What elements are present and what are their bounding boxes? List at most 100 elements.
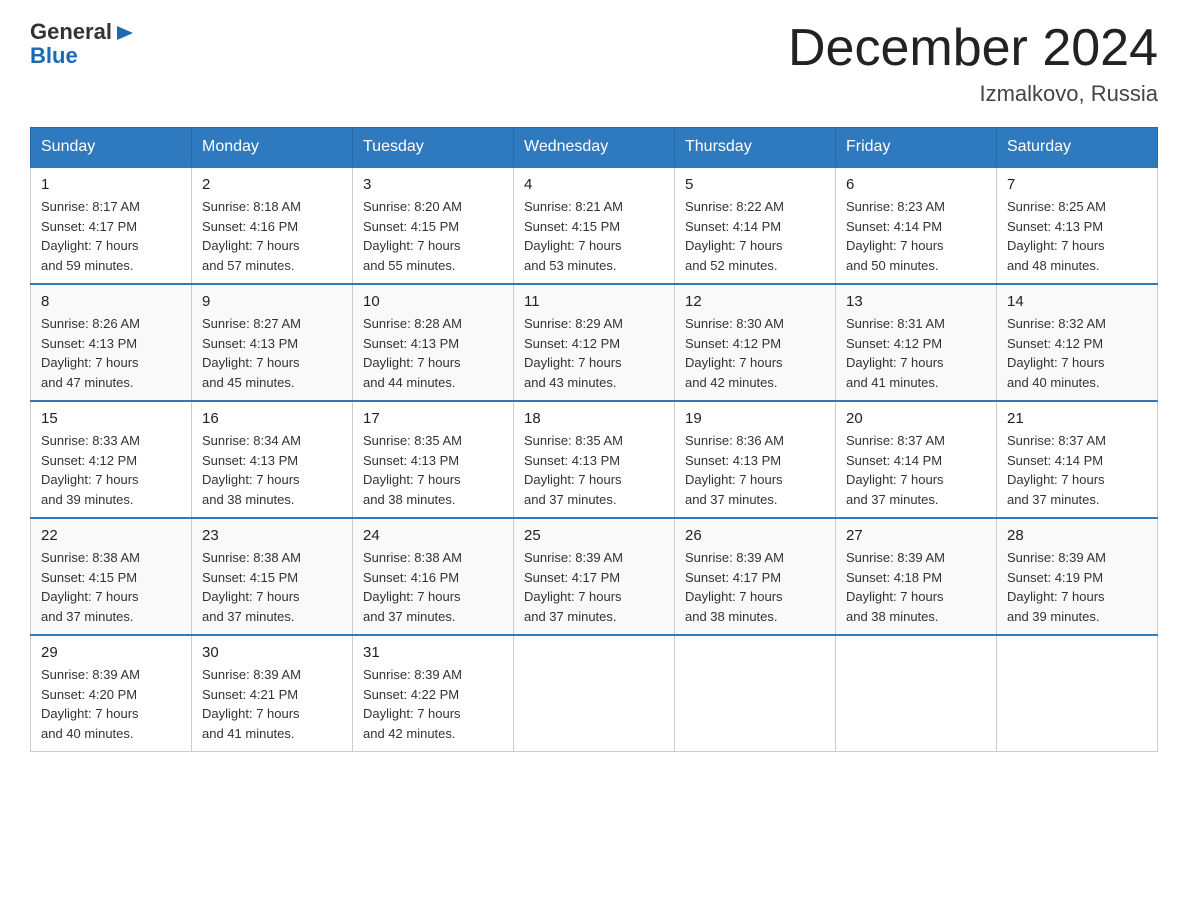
day-info: Sunrise: 8:20 AM Sunset: 4:15 PM Dayligh… — [363, 197, 503, 275]
month-title: December 2024 — [788, 20, 1158, 77]
week-row-1: 1 Sunrise: 8:17 AM Sunset: 4:17 PM Dayli… — [31, 167, 1158, 284]
day-number: 27 — [846, 527, 986, 544]
calendar-cell: 19 Sunrise: 8:36 AM Sunset: 4:13 PM Dayl… — [675, 401, 836, 518]
calendar-cell — [514, 635, 675, 752]
day-number: 11 — [524, 293, 664, 310]
calendar-cell — [997, 635, 1158, 752]
day-info: Sunrise: 8:22 AM Sunset: 4:14 PM Dayligh… — [685, 197, 825, 275]
calendar-cell: 10 Sunrise: 8:28 AM Sunset: 4:13 PM Dayl… — [353, 284, 514, 401]
calendar-cell: 16 Sunrise: 8:34 AM Sunset: 4:13 PM Dayl… — [192, 401, 353, 518]
day-info: Sunrise: 8:27 AM Sunset: 4:13 PM Dayligh… — [202, 314, 342, 392]
calendar-cell: 5 Sunrise: 8:22 AM Sunset: 4:14 PM Dayli… — [675, 167, 836, 284]
day-info: Sunrise: 8:26 AM Sunset: 4:13 PM Dayligh… — [41, 314, 181, 392]
weekday-header-saturday: Saturday — [997, 128, 1158, 168]
day-number: 13 — [846, 293, 986, 310]
calendar-cell: 14 Sunrise: 8:32 AM Sunset: 4:12 PM Dayl… — [997, 284, 1158, 401]
week-row-2: 8 Sunrise: 8:26 AM Sunset: 4:13 PM Dayli… — [31, 284, 1158, 401]
day-number: 12 — [685, 293, 825, 310]
calendar-cell: 27 Sunrise: 8:39 AM Sunset: 4:18 PM Dayl… — [836, 518, 997, 635]
day-info: Sunrise: 8:39 AM Sunset: 4:22 PM Dayligh… — [363, 665, 503, 743]
day-info: Sunrise: 8:36 AM Sunset: 4:13 PM Dayligh… — [685, 431, 825, 509]
calendar-cell: 12 Sunrise: 8:30 AM Sunset: 4:12 PM Dayl… — [675, 284, 836, 401]
week-row-4: 22 Sunrise: 8:38 AM Sunset: 4:15 PM Dayl… — [31, 518, 1158, 635]
day-info: Sunrise: 8:30 AM Sunset: 4:12 PM Dayligh… — [685, 314, 825, 392]
day-number: 14 — [1007, 293, 1147, 310]
calendar-cell: 24 Sunrise: 8:38 AM Sunset: 4:16 PM Dayl… — [353, 518, 514, 635]
day-number: 2 — [202, 176, 342, 193]
calendar-cell: 9 Sunrise: 8:27 AM Sunset: 4:13 PM Dayli… — [192, 284, 353, 401]
day-info: Sunrise: 8:37 AM Sunset: 4:14 PM Dayligh… — [846, 431, 986, 509]
calendar-cell: 2 Sunrise: 8:18 AM Sunset: 4:16 PM Dayli… — [192, 167, 353, 284]
day-info: Sunrise: 8:25 AM Sunset: 4:13 PM Dayligh… — [1007, 197, 1147, 275]
day-number: 28 — [1007, 527, 1147, 544]
day-number: 21 — [1007, 410, 1147, 427]
day-number: 24 — [363, 527, 503, 544]
day-info: Sunrise: 8:33 AM Sunset: 4:12 PM Dayligh… — [41, 431, 181, 509]
day-number: 30 — [202, 644, 342, 661]
weekday-header-row: SundayMondayTuesdayWednesdayThursdayFrid… — [31, 128, 1158, 168]
day-number: 22 — [41, 527, 181, 544]
page-header: General Blue December 2024 Izmalkovo, Ru… — [30, 20, 1158, 107]
calendar-cell: 31 Sunrise: 8:39 AM Sunset: 4:22 PM Dayl… — [353, 635, 514, 752]
weekday-header-monday: Monday — [192, 128, 353, 168]
day-info: Sunrise: 8:23 AM Sunset: 4:14 PM Dayligh… — [846, 197, 986, 275]
weekday-header-sunday: Sunday — [31, 128, 192, 168]
calendar-cell: 8 Sunrise: 8:26 AM Sunset: 4:13 PM Dayli… — [31, 284, 192, 401]
calendar-cell: 3 Sunrise: 8:20 AM Sunset: 4:15 PM Dayli… — [353, 167, 514, 284]
day-info: Sunrise: 8:21 AM Sunset: 4:15 PM Dayligh… — [524, 197, 664, 275]
day-info: Sunrise: 8:39 AM Sunset: 4:17 PM Dayligh… — [685, 548, 825, 626]
day-info: Sunrise: 8:28 AM Sunset: 4:13 PM Dayligh… — [363, 314, 503, 392]
calendar-cell — [836, 635, 997, 752]
day-info: Sunrise: 8:35 AM Sunset: 4:13 PM Dayligh… — [363, 431, 503, 509]
day-info: Sunrise: 8:17 AM Sunset: 4:17 PM Dayligh… — [41, 197, 181, 275]
weekday-header-thursday: Thursday — [675, 128, 836, 168]
logo-block: General Blue — [30, 20, 137, 68]
week-row-3: 15 Sunrise: 8:33 AM Sunset: 4:12 PM Dayl… — [31, 401, 1158, 518]
weekday-header-friday: Friday — [836, 128, 997, 168]
day-number: 29 — [41, 644, 181, 661]
day-number: 18 — [524, 410, 664, 427]
day-info: Sunrise: 8:35 AM Sunset: 4:13 PM Dayligh… — [524, 431, 664, 509]
calendar-cell: 20 Sunrise: 8:37 AM Sunset: 4:14 PM Dayl… — [836, 401, 997, 518]
day-number: 16 — [202, 410, 342, 427]
calendar-cell: 15 Sunrise: 8:33 AM Sunset: 4:12 PM Dayl… — [31, 401, 192, 518]
day-info: Sunrise: 8:34 AM Sunset: 4:13 PM Dayligh… — [202, 431, 342, 509]
day-number: 10 — [363, 293, 503, 310]
calendar-cell: 17 Sunrise: 8:35 AM Sunset: 4:13 PM Dayl… — [353, 401, 514, 518]
day-number: 8 — [41, 293, 181, 310]
day-number: 3 — [363, 176, 503, 193]
calendar-cell: 25 Sunrise: 8:39 AM Sunset: 4:17 PM Dayl… — [514, 518, 675, 635]
day-info: Sunrise: 8:38 AM Sunset: 4:15 PM Dayligh… — [41, 548, 181, 626]
calendar-cell: 7 Sunrise: 8:25 AM Sunset: 4:13 PM Dayli… — [997, 167, 1158, 284]
logo: General Blue — [30, 20, 137, 68]
calendar-cell — [675, 635, 836, 752]
day-number: 6 — [846, 176, 986, 193]
day-number: 7 — [1007, 176, 1147, 193]
day-info: Sunrise: 8:39 AM Sunset: 4:19 PM Dayligh… — [1007, 548, 1147, 626]
calendar-cell: 1 Sunrise: 8:17 AM Sunset: 4:17 PM Dayli… — [31, 167, 192, 284]
weekday-header-tuesday: Tuesday — [353, 128, 514, 168]
calendar-cell: 23 Sunrise: 8:38 AM Sunset: 4:15 PM Dayl… — [192, 518, 353, 635]
logo-arrow-icon — [115, 22, 137, 44]
day-number: 19 — [685, 410, 825, 427]
day-info: Sunrise: 8:29 AM Sunset: 4:12 PM Dayligh… — [524, 314, 664, 392]
title-block: December 2024 Izmalkovo, Russia — [788, 20, 1158, 107]
calendar-cell: 18 Sunrise: 8:35 AM Sunset: 4:13 PM Dayl… — [514, 401, 675, 518]
day-info: Sunrise: 8:39 AM Sunset: 4:21 PM Dayligh… — [202, 665, 342, 743]
logo-general-text: General — [30, 20, 112, 44]
day-number: 26 — [685, 527, 825, 544]
calendar-cell: 6 Sunrise: 8:23 AM Sunset: 4:14 PM Dayli… — [836, 167, 997, 284]
day-number: 25 — [524, 527, 664, 544]
day-info: Sunrise: 8:39 AM Sunset: 4:18 PM Dayligh… — [846, 548, 986, 626]
day-info: Sunrise: 8:39 AM Sunset: 4:20 PM Dayligh… — [41, 665, 181, 743]
calendar-cell: 29 Sunrise: 8:39 AM Sunset: 4:20 PM Dayl… — [31, 635, 192, 752]
location: Izmalkovo, Russia — [788, 81, 1158, 107]
calendar-cell: 4 Sunrise: 8:21 AM Sunset: 4:15 PM Dayli… — [514, 167, 675, 284]
day-number: 23 — [202, 527, 342, 544]
weekday-header-wednesday: Wednesday — [514, 128, 675, 168]
calendar-cell: 11 Sunrise: 8:29 AM Sunset: 4:12 PM Dayl… — [514, 284, 675, 401]
day-number: 1 — [41, 176, 181, 193]
day-number: 4 — [524, 176, 664, 193]
calendar-cell: 21 Sunrise: 8:37 AM Sunset: 4:14 PM Dayl… — [997, 401, 1158, 518]
day-info: Sunrise: 8:38 AM Sunset: 4:15 PM Dayligh… — [202, 548, 342, 626]
